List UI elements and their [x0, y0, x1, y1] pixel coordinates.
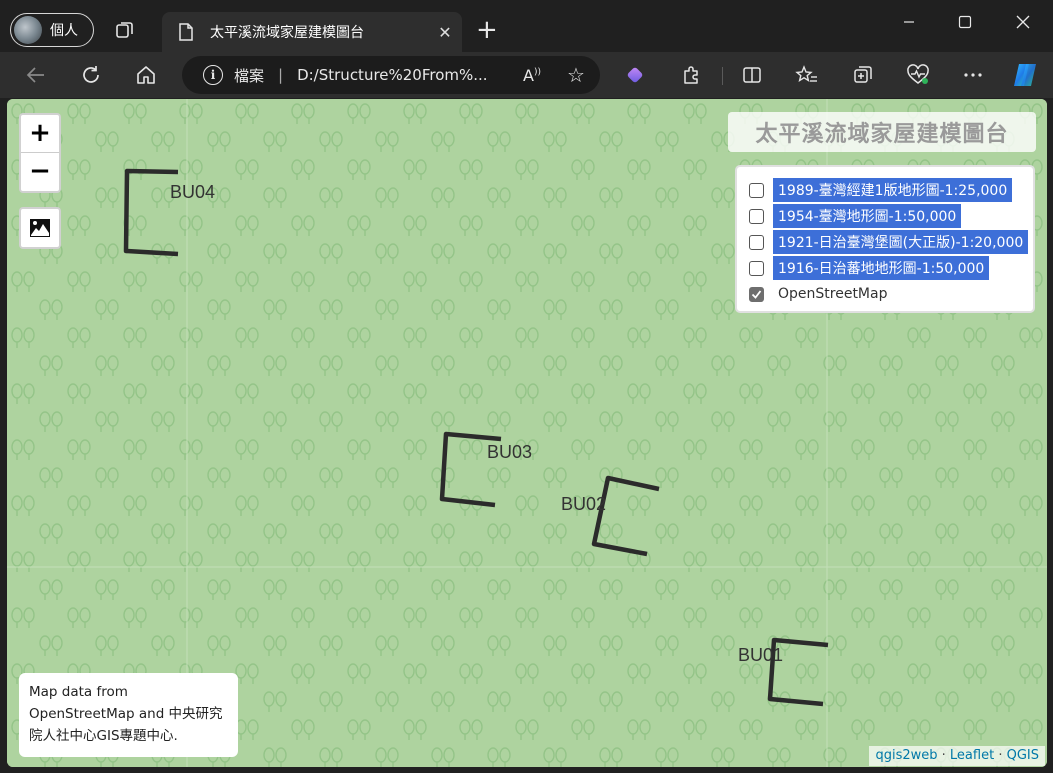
layer-label[interactable]: 1921-日治臺灣堡圖(大正版)-1:20,000	[773, 230, 1029, 254]
layer-checkbox[interactable]	[749, 260, 764, 276]
map-view[interactable]: BU04 BU03 BU02 BU01 + − 太平溪流域家屋建模圖台 1989…	[7, 99, 1047, 767]
close-icon[interactable]: ✕	[428, 23, 462, 42]
credit-separator: ·	[941, 748, 950, 763]
credit-link-leaflet[interactable]: Leaflet	[950, 748, 994, 763]
favorite-icon[interactable]: ☆	[552, 63, 600, 87]
browser-essentials-icon[interactable]	[905, 62, 931, 88]
building-label-bu04: BU04	[170, 182, 216, 202]
profile-label: 個人	[50, 23, 78, 39]
address-scheme: 檔案	[234, 66, 265, 85]
back-icon[interactable]	[23, 62, 49, 88]
address-url[interactable]: D:/Structure%20From%...	[297, 66, 512, 84]
map-title: 太平溪流域家屋建模圖台	[728, 112, 1036, 152]
zoom-out-button[interactable]: −	[21, 153, 59, 191]
credit-separator: ·	[998, 748, 1007, 763]
more-icon[interactable]	[960, 62, 986, 88]
copilot-diamond-icon[interactable]	[622, 62, 648, 88]
layer-checkbox[interactable]	[749, 208, 764, 224]
image-icon	[30, 219, 50, 237]
layer-row[interactable]: 1916-日治蕃地地形圖-1:50,000	[749, 255, 1033, 281]
layer-label[interactable]: 1954-臺灣地形圖-1:50,000	[773, 204, 962, 228]
layer-checkbox[interactable]	[749, 234, 764, 250]
split-screen-icon[interactable]	[739, 62, 765, 88]
layer-row[interactable]: 1921-日治臺灣堡圖(大正版)-1:20,000	[749, 229, 1033, 255]
avatar	[14, 16, 42, 44]
toolbar-divider	[722, 67, 723, 85]
profile-button[interactable]: 個人	[10, 13, 94, 47]
layer-label[interactable]: 1989-臺灣經建1版地形圖-1:25,000	[773, 178, 1013, 202]
layer-switcher: 1989-臺灣經建1版地形圖-1:25,000 1954-臺灣地形圖-1:50,…	[735, 165, 1035, 313]
browser-toolbar: i 檔案 | D:/Structure%20From%... A)) ☆	[0, 52, 1053, 98]
layer-label[interactable]: 1916-日治蕃地地形圖-1:50,000	[773, 256, 990, 280]
home-icon[interactable]	[133, 62, 159, 88]
info-icon[interactable]: i	[203, 65, 223, 85]
image-layer-button[interactable]	[19, 207, 61, 249]
maximize-icon[interactable]	[942, 6, 988, 38]
copilot-icon[interactable]	[1010, 60, 1040, 90]
collections-icon[interactable]	[850, 62, 876, 88]
extensions-icon[interactable]	[678, 62, 704, 88]
new-tab-icon[interactable]: +	[476, 15, 498, 45]
layer-label[interactable]: OpenStreetMap	[773, 284, 892, 304]
layer-checkbox[interactable]	[749, 182, 764, 198]
credit-link-qgis[interactable]: QGIS	[1007, 748, 1039, 763]
building-label-bu02: BU02	[561, 494, 607, 514]
tab-active[interactable]: 太平溪流域家屋建模圖台 ✕	[162, 12, 462, 52]
minimize-icon[interactable]	[886, 6, 932, 38]
window-close-icon[interactable]	[1000, 6, 1046, 38]
zoom-control: + −	[19, 113, 61, 193]
read-aloud-icon[interactable]: A))	[512, 66, 552, 85]
layer-row[interactable]: OpenStreetMap	[749, 281, 1033, 307]
workspaces-icon[interactable]	[115, 20, 135, 40]
layer-row[interactable]: 1954-臺灣地形圖-1:50,000	[749, 203, 1033, 229]
attribution-box: Map data from OpenStreetMap and 中央研究院人社中…	[19, 673, 238, 757]
address-separator: |	[278, 66, 284, 84]
building-label-bu03: BU03	[487, 442, 533, 462]
checkmark-icon	[751, 289, 762, 299]
refresh-icon[interactable]	[78, 62, 104, 88]
tab-title: 太平溪流域家屋建模圖台	[210, 25, 364, 41]
address-bar[interactable]: i 檔案 | D:/Structure%20From%... A)) ☆	[182, 56, 600, 94]
page-icon	[179, 23, 193, 41]
layer-row[interactable]: 1989-臺灣經建1版地形圖-1:25,000	[749, 177, 1033, 203]
title-bar: 個人 太平溪流域家屋建模圖台 ✕ +	[0, 0, 1053, 52]
building-label-bu01: BU01	[738, 645, 784, 665]
layer-checkbox-checked[interactable]	[749, 286, 764, 302]
map-credits: qgis2web · Leaflet · QGIS	[869, 746, 1045, 766]
credit-link-qgis2web[interactable]: qgis2web	[875, 748, 937, 763]
favorites-list-icon[interactable]	[794, 62, 820, 88]
zoom-in-button[interactable]: +	[21, 115, 59, 153]
